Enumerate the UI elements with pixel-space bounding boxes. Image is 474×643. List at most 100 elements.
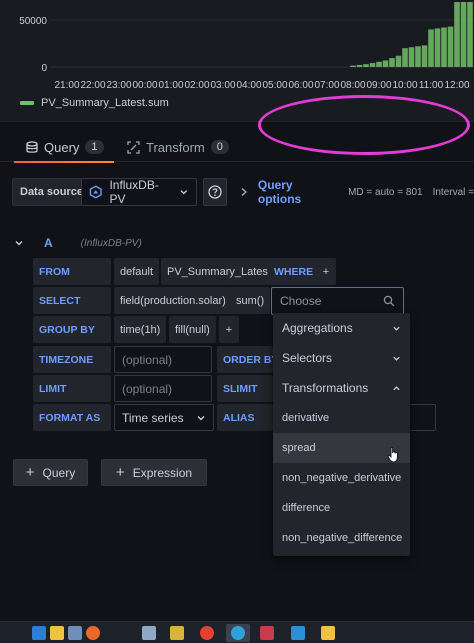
datasource-picker[interactable]: InfluxDB-PV xyxy=(81,178,197,206)
hand-pointer-cursor-icon xyxy=(387,447,398,463)
function-search-input[interactable]: Choose xyxy=(271,287,404,315)
x-tick-label: 04:00 xyxy=(236,80,261,91)
tab-query[interactable]: Query 1 xyxy=(14,132,114,163)
menu-option-label: spread xyxy=(282,442,316,454)
mail-icon[interactable] xyxy=(291,626,305,640)
from-keyword: FROM xyxy=(33,258,111,285)
search-icon xyxy=(383,295,395,307)
x-tick-label: 21:00 xyxy=(54,80,79,91)
menu-group-label: Aggregations xyxy=(282,321,353,335)
x-tick-label: 07:00 xyxy=(314,80,339,91)
function-dropdown-menu: Aggregations Selectors Transformations d… xyxy=(273,313,410,556)
add-query-button[interactable]: + Query xyxy=(13,459,88,486)
chart-bar xyxy=(467,2,473,67)
transform-icon xyxy=(127,140,140,154)
format-as-select[interactable]: Time series xyxy=(114,404,214,431)
chevron-down-icon xyxy=(393,326,400,331)
format-as-keyword: FORMAT AS xyxy=(33,404,111,431)
edge-icon[interactable] xyxy=(231,626,245,640)
x-tick-label: 12:00 xyxy=(444,80,469,91)
chart-bar xyxy=(415,46,421,67)
where-keyword: WHERE xyxy=(268,258,320,285)
add-expression-button[interactable]: + Expression xyxy=(101,459,207,486)
x-tick-label: 09:00 xyxy=(366,80,391,91)
menu-option-spread[interactable]: spread xyxy=(273,433,410,463)
y-tick-label: 50000 xyxy=(19,16,47,27)
chart-bar xyxy=(402,48,408,67)
file-explorer-icon[interactable] xyxy=(50,626,64,640)
alias-keyword: ALIAS xyxy=(217,404,273,431)
query-datasource: (InfluxDB-PV) xyxy=(80,237,142,249)
query-options-interval: Interval = xyxy=(432,186,474,198)
question-circle-icon xyxy=(208,185,222,199)
menu-option-derivative[interactable]: derivative xyxy=(273,403,410,433)
datasource-row: Data source InfluxDB-PV Query options MD… xyxy=(0,172,474,212)
tab-query-label: Query xyxy=(44,139,80,155)
x-tick-label: 05:00 xyxy=(262,80,287,91)
timezone-keyword: TIMEZONE xyxy=(33,346,111,373)
group-by-keyword: GROUP BY xyxy=(33,316,111,343)
chevron-down-icon xyxy=(393,356,400,361)
select-function[interactable]: sum() xyxy=(230,287,271,314)
select-keyword: SELECT xyxy=(33,287,111,314)
chart-bar xyxy=(454,2,460,67)
limit-input[interactable]: (optional) xyxy=(114,375,212,402)
collapse-chevron-icon[interactable] xyxy=(14,238,24,248)
chart-bar xyxy=(421,45,428,67)
format-as-value: Time series xyxy=(122,410,184,425)
x-tick-label: 11:00 xyxy=(419,80,444,91)
app-icon[interactable] xyxy=(170,626,184,640)
query-row-header[interactable]: A (InfluxDB-PV) xyxy=(14,234,142,252)
add-where-button[interactable]: + xyxy=(316,258,336,285)
windows-start-icon[interactable] xyxy=(32,626,46,640)
chart-bar xyxy=(408,47,415,67)
chrome-icon[interactable] xyxy=(200,626,214,640)
notepad-icon[interactable] xyxy=(142,626,156,640)
influxdb-logo-icon xyxy=(89,185,102,199)
windows-taskbar xyxy=(0,621,474,643)
datasource-help-button[interactable] xyxy=(203,178,227,206)
menu-option-non-negative-difference[interactable]: non_negative_difference xyxy=(273,523,410,553)
query-options-link[interactable]: Query options xyxy=(258,178,338,206)
legend-label: PV_Summary_Latest.sum xyxy=(41,97,169,109)
group-by-fill[interactable]: fill(null) xyxy=(169,316,216,343)
bar-chart: 50000 0 21:00 22:00 23:00 00:00 01:00 02:00 03:0… xyxy=(19,2,474,91)
chart-bar xyxy=(356,64,363,67)
menu-group-selectors[interactable]: Selectors xyxy=(273,343,410,373)
x-tick-label: 00:00 xyxy=(132,80,157,91)
from-measurement[interactable]: PV_Summary_Latest xyxy=(161,258,277,285)
from-policy[interactable]: default xyxy=(114,258,160,285)
chart-legend[interactable]: PV_Summary_Latest.sum xyxy=(20,97,169,109)
tab-transform[interactable]: Transform 0 xyxy=(127,132,229,162)
chart-bar xyxy=(434,28,441,67)
query-letter[interactable]: A xyxy=(44,236,53,250)
tab-transform-label: Transform xyxy=(146,139,205,155)
chevron-right-icon xyxy=(241,188,247,196)
menu-option-non-negative-derivative[interactable]: non_negative_derivative xyxy=(273,463,410,493)
query-options[interactable]: Query options MD = auto = 801 Interval = xyxy=(240,178,474,206)
menu-option-difference[interactable]: difference xyxy=(273,493,410,523)
3d-viewer-icon[interactable] xyxy=(68,626,82,640)
add-group-by-button[interactable]: + xyxy=(219,316,239,343)
chevron-down-icon xyxy=(180,190,188,195)
chart-bar xyxy=(428,29,434,67)
folder-icon[interactable] xyxy=(321,626,335,640)
chart-bar xyxy=(363,64,369,67)
chart-bar xyxy=(382,60,389,67)
datasource-name: InfluxDB-PV xyxy=(109,178,159,206)
select-field[interactable]: field(production.solar) xyxy=(114,287,232,314)
menu-group-transformations[interactable]: Transformations xyxy=(273,373,410,403)
order-by-time-keyword[interactable]: ORDER BY T xyxy=(217,346,273,373)
timezone-input[interactable]: (optional) xyxy=(114,346,212,373)
group-by-time[interactable]: time(1h) xyxy=(114,316,167,343)
chart-bar xyxy=(369,63,376,67)
limit-keyword: LIMIT xyxy=(33,375,111,402)
graph-panel: 50000 0 21:00 22:00 23:00 00:00 01:00 02:00 03:0… xyxy=(0,0,474,122)
firefox-icon[interactable] xyxy=(86,626,100,640)
snipping-tool-icon[interactable] xyxy=(260,626,274,640)
x-tick-label: 03:00 xyxy=(210,80,235,91)
legend-swatch xyxy=(20,101,34,105)
x-tick-label: 23:00 xyxy=(106,80,131,91)
menu-group-aggregations[interactable]: Aggregations xyxy=(273,313,410,343)
x-tick-label: 06:00 xyxy=(288,80,313,91)
